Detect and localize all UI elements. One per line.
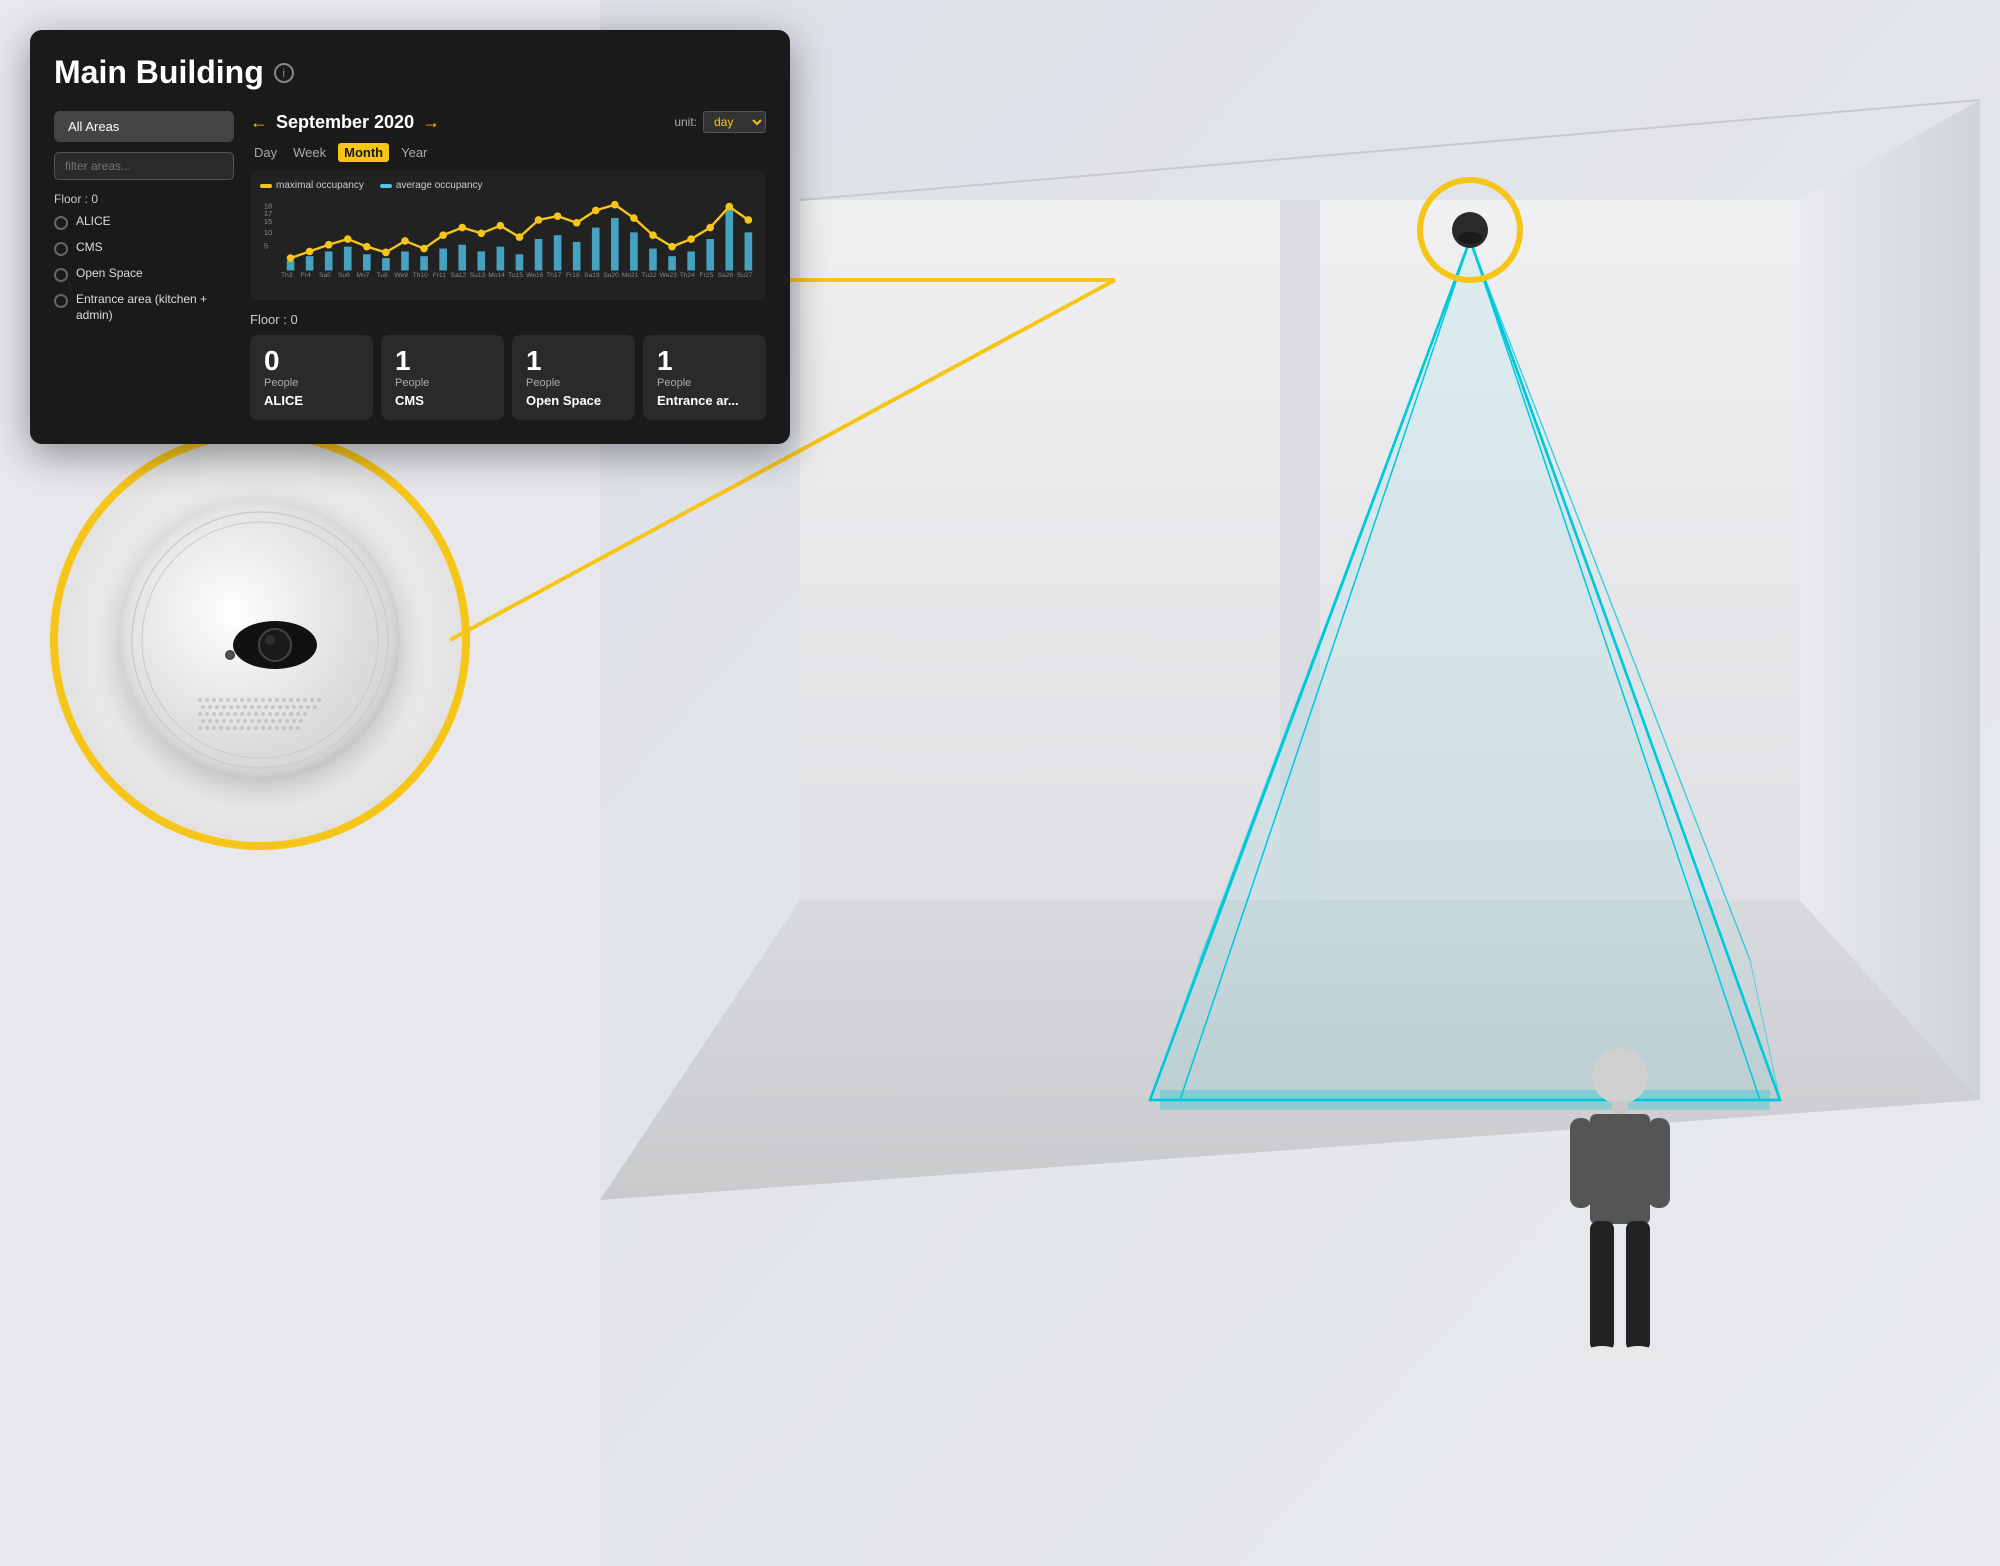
human-figure [1560,1036,1680,1386]
svg-text:We16: We16 [526,272,544,279]
area-card-openspace[interactable]: 1 People Open Space [512,335,635,420]
openspace-people: People [526,377,621,389]
camera-zoom-circle [50,430,470,850]
period-tabs: Day Week Month Year [250,143,766,162]
area-cards: 0 People ALICE 1 People CMS 1 People Ope… [250,335,766,420]
area-name-alice: ALICE [76,214,111,230]
tab-year[interactable]: Year [397,143,431,162]
area-card-alice[interactable]: 0 People ALICE [250,335,373,420]
entrance-name: Entrance ar... [657,393,752,408]
svg-text:Th17: Th17 [546,272,561,279]
svg-text:Fr18: Fr18 [566,272,580,279]
area-name-openspace: Open Space [76,266,143,282]
tab-week[interactable]: Week [289,143,330,162]
svg-text:Su6: Su6 [338,272,350,279]
unit-dropdown[interactable]: day week [703,111,766,133]
svg-text:Sa19: Sa19 [584,272,600,279]
sidebar-item-openspace[interactable]: Open Space [54,266,234,282]
svg-text:Th24: Th24 [680,272,695,279]
unit-label: unit: [674,115,697,129]
dashboard-panel: Main Building i All Areas Floor : 0 ALIC… [30,30,790,444]
svg-text:Th10: Th10 [413,272,428,279]
floor-cards-label: Floor : 0 [250,312,766,327]
cms-count: 1 [395,347,490,375]
svg-text:We9: We9 [394,272,408,279]
svg-text:Fr11: Fr11 [433,272,446,279]
occupancy-chart: 18 17 15 10 5 [260,197,756,282]
alice-count: 0 [264,347,359,375]
floor-label: Floor : 0 [54,192,234,206]
area-name-cms: CMS [76,240,103,256]
svg-text:Su13: Su13 [470,272,486,279]
entrance-count: 1 [657,347,752,375]
cms-name: CMS [395,393,490,408]
info-icon[interactable]: i [274,63,294,83]
svg-text:Su27: Su27 [737,272,753,279]
sidebar-item-entrance[interactable]: Entrance area (kitchen + admin) [54,292,234,323]
svg-text:10: 10 [264,228,272,237]
sidebar: All Areas Floor : 0 ALICE CMS Open Space… [54,111,234,420]
cms-people: People [395,377,490,389]
svg-text:Th3: Th3 [281,272,293,279]
svg-text:Sa12: Sa12 [451,272,467,279]
area-card-entrance[interactable]: 1 People Entrance ar... [643,335,766,420]
svg-text:Tu8: Tu8 [376,272,388,279]
svg-text:Sa5: Sa5 [319,272,331,279]
nav-prev-arrow[interactable]: ← [250,112,268,133]
legend-average: average occupancy [396,180,483,191]
svg-text:5: 5 [264,242,268,251]
area-name-entrance: Entrance area (kitchen + admin) [76,292,234,323]
alice-name: ALICE [264,393,359,408]
svg-text:Tu15: Tu15 [508,272,523,279]
chart-container: maximal occupancy average occupancy 18 1… [250,170,766,300]
sidebar-item-alice[interactable]: ALICE [54,214,234,230]
openspace-count: 1 [526,347,621,375]
sidebar-item-cms[interactable]: CMS [54,240,234,256]
alice-people: People [264,377,359,389]
svg-text:Fr25: Fr25 [700,272,714,279]
svg-text:Mo7: Mo7 [357,272,370,279]
tab-month[interactable]: Month [338,143,389,162]
legend-maximal: maximal occupancy [276,180,364,191]
svg-text:Mo14: Mo14 [488,272,505,279]
main-content: ← September 2020 → unit: day week Day We… [250,111,766,420]
svg-text:Fr4: Fr4 [301,272,311,279]
svg-text:15: 15 [264,217,272,226]
openspace-name: Open Space [526,393,621,408]
nav-date: September 2020 [276,112,414,133]
all-areas-button[interactable]: All Areas [54,111,234,142]
nav-next-arrow[interactable]: → [422,112,440,133]
svg-text:We23: We23 [660,272,678,279]
svg-text:Su20: Su20 [603,272,619,279]
filter-input[interactable] [54,152,234,180]
dashboard-title: Main Building [54,54,264,91]
svg-text:Tu22: Tu22 [642,272,657,279]
tab-day[interactable]: Day [250,143,281,162]
area-card-cms[interactable]: 1 People CMS [381,335,504,420]
svg-text:Mo21: Mo21 [622,272,639,279]
svg-text:Sa26: Sa26 [718,272,734,279]
entrance-people: People [657,377,752,389]
